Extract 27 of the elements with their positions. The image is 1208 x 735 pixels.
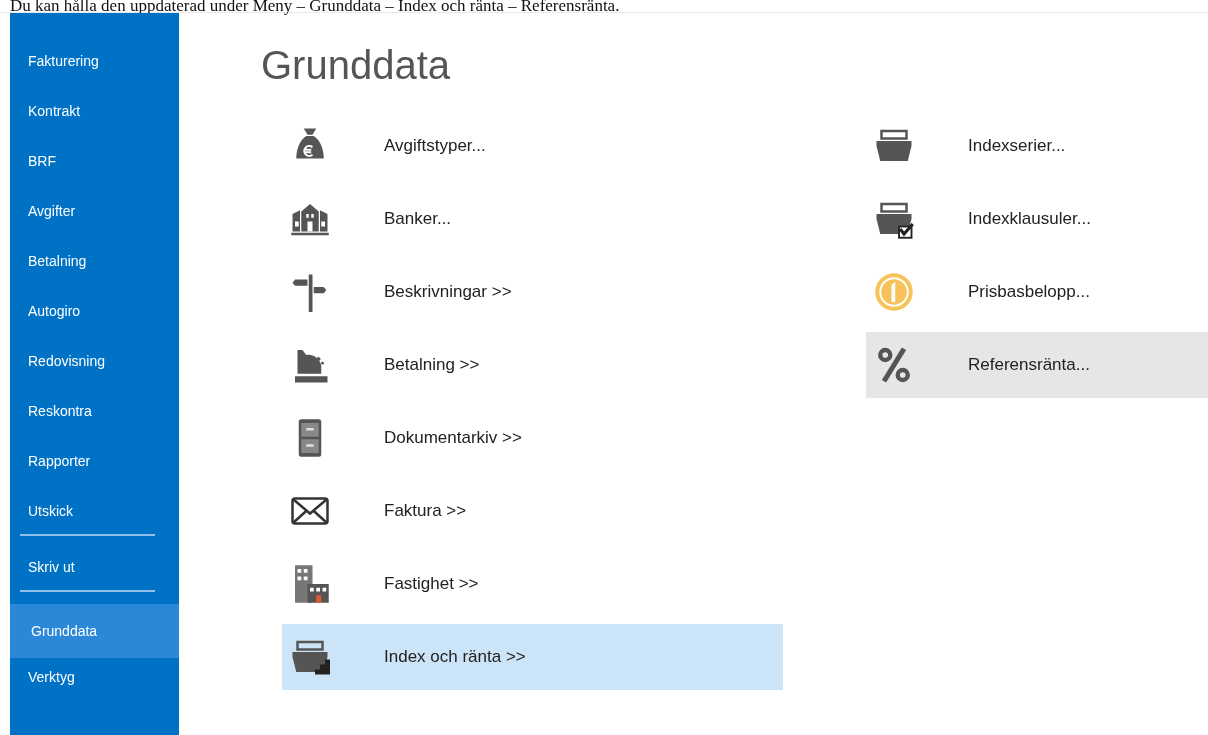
- sidebar-item[interactable]: Avgifter: [10, 192, 179, 242]
- sidebar-item[interactable]: BRF: [10, 142, 179, 192]
- menu-item[interactable]: Fastighet >>: [282, 551, 783, 617]
- sidebar-item[interactable]: Betalning: [10, 242, 179, 292]
- sidebar-item[interactable]: Verktyg: [10, 658, 179, 708]
- sidebar-item[interactable]: Utskick: [10, 492, 179, 542]
- sidebar-item[interactable]: Kontrakt: [10, 92, 179, 142]
- sidebar-item[interactable]: Skriv ut: [10, 548, 179, 598]
- menu-item[interactable]: Beskrivningar >>: [282, 259, 783, 325]
- menu-item[interactable]: Dokumentarkiv >>: [282, 405, 783, 471]
- menu-item[interactable]: Indexserier...: [866, 113, 1208, 179]
- coin-icon: [874, 272, 914, 312]
- page-title: Grunddata: [261, 42, 452, 89]
- menu-item[interactable]: Prisbasbelopp...: [866, 259, 1208, 325]
- menu-item[interactable]: Avgiftstyper...: [282, 113, 783, 179]
- menu-item[interactable]: Indexklausuler...: [866, 186, 1208, 252]
- sidebar-item[interactable]: Rapporter: [10, 442, 179, 492]
- menu-item[interactable]: Faktura >>: [282, 478, 783, 544]
- menu-item[interactable]: Referensränta...: [866, 332, 1208, 398]
- sidebar-item[interactable]: Autogiro: [10, 292, 179, 342]
- menu-item[interactable]: Betalning >>: [282, 332, 783, 398]
- sidebar-item[interactable]: Reskontra: [10, 392, 179, 442]
- menu-item[interactable]: Banker...: [282, 186, 783, 252]
- sidebar-item[interactable]: Fakturering: [10, 42, 179, 92]
- sidebar-item[interactable]: Grunddata: [10, 604, 179, 658]
- sidebar-item[interactable]: Redovisning: [10, 342, 179, 392]
- menu-item[interactable]: Index och ränta >>: [282, 624, 783, 690]
